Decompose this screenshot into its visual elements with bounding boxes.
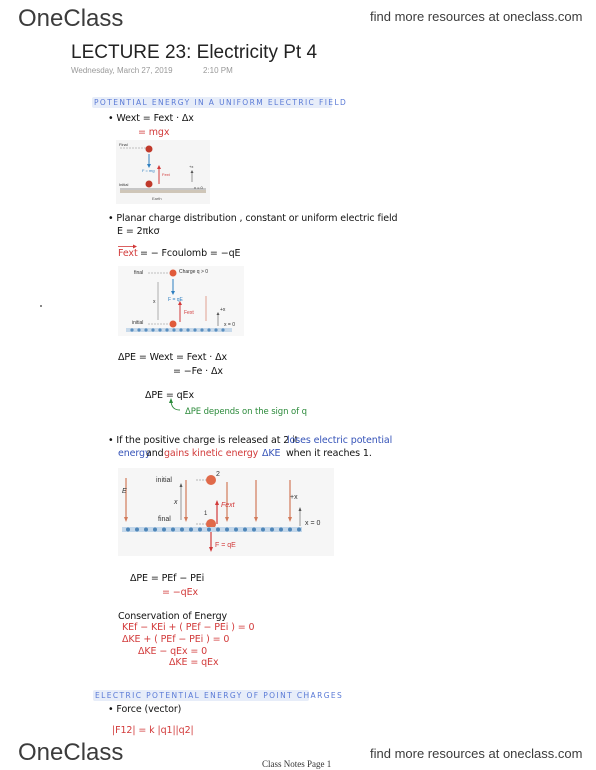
work-equation: • Wext = Fext · Δx xyxy=(108,113,194,124)
coulomb-force-formula: |F12| = k |q1||q2| xyxy=(112,725,194,736)
page-label: Class Notes Page 1 xyxy=(262,759,332,769)
fig3-force-label: F = qE xyxy=(215,542,236,549)
fig1-earth-label: Earth xyxy=(152,196,162,201)
gravity-figure: Final Initial F = mg Fext +x x = 0 Earth xyxy=(116,140,210,204)
ball-initial-icon xyxy=(145,180,153,188)
fig1-axis-label: x = 0 xyxy=(194,185,203,190)
delta-pe-difference: ΔPE = PEf − PEi xyxy=(130,573,205,584)
delta-pe-fe: = −Fe · Δx xyxy=(173,366,223,377)
charge-plane-figure: Charge q > 0 final initial x F = qE Fext… xyxy=(118,266,244,336)
sign-dependence-note: ΔPE depends on the sign of q xyxy=(185,407,307,417)
header-tagline-link[interactable]: find more resources at oneclass.com xyxy=(370,9,582,24)
footer-tagline-link[interactable]: find more resources at oneclass.com xyxy=(370,746,582,761)
conservation-eq3: ΔKE − qEx = 0 xyxy=(138,646,208,657)
fig2-axis-label: x = 0 xyxy=(224,322,235,328)
charge-2-icon xyxy=(206,475,216,485)
release-text-and: and xyxy=(146,448,164,459)
ball-final-icon xyxy=(145,145,153,153)
fig1-final-label: Final xyxy=(119,142,128,147)
section-heading: POTENTIAL ENERGY IN A UNIFORM ELECTRIC F… xyxy=(94,98,348,107)
fext-vector-arrow xyxy=(118,244,137,249)
fig3-e-label: E xyxy=(122,488,127,495)
fig1-force-label: F = mg xyxy=(142,168,155,173)
conservation-eq4: ΔKE = qEx xyxy=(169,657,219,668)
fig2-final-label: final xyxy=(134,270,144,276)
fig2-fext-label: Fext xyxy=(184,310,194,316)
header-logo[interactable]: OneClass xyxy=(18,5,123,33)
fig1-initial-label: Initial xyxy=(119,182,129,187)
fig3-initial-label: initial xyxy=(156,477,172,484)
delta-pe-negative: = −qEx xyxy=(162,587,198,598)
mgx-equation: = mgx xyxy=(138,127,170,138)
charge-final-icon xyxy=(169,269,177,277)
fig2-charge-label: Charge q > 0 xyxy=(179,269,209,275)
release-text-line1: • If the positive charge is released at … xyxy=(108,435,299,446)
fig3-axis-label: x = 0 xyxy=(305,520,321,527)
released-charge-figure: E initial final 2 1 x Fext +x x = 0 F = … xyxy=(118,468,334,556)
fig2-initial-label: initial xyxy=(132,320,144,326)
curved-arrow-icon xyxy=(169,398,181,411)
fig3-x-label: x xyxy=(174,499,178,506)
fig3-fext-label: Fext xyxy=(221,502,235,509)
fig2-plus-x: +x xyxy=(220,307,226,313)
conservation-eq1: KEf − KEi + ( PEf − PEi ) = 0 xyxy=(122,622,255,633)
field-formula: E = 2πkσ xyxy=(117,226,160,237)
footer-logo[interactable]: OneClass xyxy=(18,739,123,767)
fig3-label-1: 1 xyxy=(204,511,208,517)
delta-pe-work: ΔPE = Wext = Fext · Δx xyxy=(118,352,228,363)
fig2-x-label: x xyxy=(153,299,156,305)
conservation-title: Conservation of Energy xyxy=(118,611,228,622)
release-text-end: when it reaches 1. xyxy=(286,448,372,459)
margin-dot xyxy=(40,305,42,307)
charge-initial-icon xyxy=(169,320,177,328)
release-text-dke: ΔKE xyxy=(262,448,281,459)
fig1-plus-x: +x xyxy=(189,164,194,169)
release-text-gains: gains kinetic energy xyxy=(164,448,259,459)
note-time: 2:10 PM xyxy=(203,66,233,75)
fext-coulomb-equation: = − Fcoulomb = −qE xyxy=(140,248,241,259)
fig3-label-2: 2 xyxy=(216,471,220,478)
footer-logo-wordmark: OneClass xyxy=(18,739,124,766)
force-vector-text: • Force (vector) xyxy=(108,704,182,715)
fext-label: Fext xyxy=(118,248,138,259)
planar-distribution-text: • Planar charge distribution , constant … xyxy=(108,213,398,224)
fig2-force-label: F = qE xyxy=(168,297,183,303)
fig1-fext-label: Fext xyxy=(162,172,170,177)
section2-heading: ELECTRIC POTENTIAL ENERGY OF POINT CHARG… xyxy=(95,691,344,700)
page-title: LECTURE 23: Electricity Pt 4 xyxy=(71,42,318,63)
fig3-final-label: final xyxy=(158,516,171,523)
logo-wordmark: OneClass xyxy=(18,5,124,32)
note-date: Wednesday, March 27, 2019 xyxy=(71,66,173,75)
fig3-plus-x: +x xyxy=(290,494,298,501)
conservation-eq2: ΔKE + ( PEf − PEi ) = 0 xyxy=(122,634,230,645)
release-text-loses: loses electric potential xyxy=(287,435,393,446)
